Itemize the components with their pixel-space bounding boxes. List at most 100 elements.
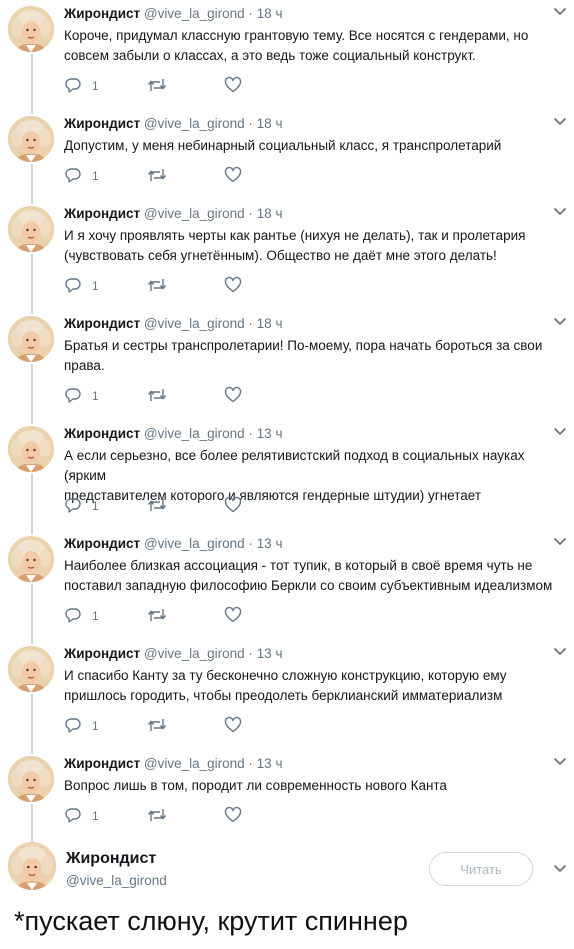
profile-name[interactable]: Жирондист [66, 850, 156, 868]
tweet[interactable]: Жирондист @vive_la_girond · 13 ч А если с… [0, 420, 574, 534]
tweet-text-line: И спасибо Канту за ту бесконечно сложную… [64, 668, 507, 683]
reply-count: 1 [92, 389, 99, 403]
timestamp[interactable]: 13 ч [257, 536, 283, 551]
avatar[interactable] [8, 116, 54, 162]
author-handle[interactable]: @vive_la_girond [144, 756, 245, 771]
avatar[interactable] [8, 206, 54, 252]
chevron-down-icon[interactable] [553, 7, 567, 17]
tweet[interactable]: Жирондист @vive_la_girond · 18 ч Короче, … [0, 0, 574, 114]
chevron-down-icon[interactable] [553, 647, 567, 657]
author-handle[interactable]: @vive_la_girond [144, 206, 245, 221]
chevron-down-icon[interactable] [553, 317, 567, 327]
author-name[interactable]: Жирондист [64, 646, 140, 661]
like-button[interactable] [224, 166, 242, 184]
tweet-text-line: Наиболее близкая ассоциация - тот тупик,… [64, 558, 533, 573]
like-button[interactable] [224, 76, 242, 94]
profile-handle[interactable]: @vive_la_girond [66, 873, 167, 888]
tweet[interactable]: Жирондист @vive_la_girond · 13 ч Наиболее… [0, 530, 574, 644]
avatar[interactable] [8, 536, 54, 582]
heart-icon [224, 386, 242, 404]
thread-connector [31, 694, 33, 754]
tweet-text-line: И я хочу проявлять черты как рантье (них… [64, 228, 526, 243]
author-name[interactable]: Жирондист [64, 6, 140, 21]
heart-icon [224, 606, 242, 624]
thread-connector [31, 164, 33, 204]
timestamp[interactable]: 18 ч [257, 6, 283, 21]
author-name[interactable]: Жирондист [64, 316, 140, 331]
avatar[interactable] [8, 6, 54, 52]
tweet-header: Жирондист @vive_la_girond · 18 ч [64, 116, 282, 131]
author-handle[interactable]: @vive_la_girond [144, 646, 245, 661]
reply-button[interactable]: 1 [64, 276, 99, 294]
retweet-button[interactable] [146, 806, 168, 824]
author-handle[interactable]: @vive_la_girond [144, 426, 245, 441]
tweet[interactable]: Жирондист @vive_la_girond · 13 ч Вопрос л… [0, 750, 574, 844]
author-name[interactable]: Жирондист [64, 756, 140, 771]
author-handle[interactable]: @vive_la_girond [144, 316, 245, 331]
like-button[interactable] [224, 606, 242, 624]
author-name[interactable]: Жирондист [64, 536, 140, 551]
retweet-button[interactable] [146, 496, 168, 514]
timestamp[interactable]: 13 ч [257, 756, 283, 771]
retweet-button[interactable] [146, 166, 168, 184]
reply-button[interactable]: 1 [64, 606, 99, 624]
retweet-button[interactable] [146, 76, 168, 94]
chevron-down-icon[interactable] [553, 117, 567, 127]
author-name[interactable]: Жирондист [64, 116, 140, 131]
avatar[interactable] [8, 316, 54, 362]
author-handle[interactable]: @vive_la_girond [144, 536, 245, 551]
author-handle[interactable]: @vive_la_girond [144, 116, 245, 131]
retweet-button[interactable] [146, 386, 168, 404]
separator: · [244, 536, 257, 551]
follow-button[interactable]: Читать [429, 852, 533, 886]
tweet[interactable]: Жирондист @vive_la_girond · 13 ч И спасиб… [0, 640, 574, 754]
chevron-down-icon[interactable] [553, 864, 567, 874]
chevron-down-icon[interactable] [553, 207, 567, 217]
timestamp[interactable]: 18 ч [257, 116, 283, 131]
avatar[interactable] [8, 646, 54, 692]
author-name[interactable]: Жирондист [64, 426, 140, 441]
timestamp[interactable]: 18 ч [257, 316, 283, 331]
tweet[interactable]: Жирондист @vive_la_girond · 18 ч Допустим… [0, 110, 574, 204]
author-name[interactable]: Жирондист [64, 206, 140, 221]
timestamp[interactable]: 18 ч [257, 206, 283, 221]
tweet[interactable]: Жирондист @vive_la_girond · 18 ч Братья и… [0, 310, 574, 424]
chevron-down-icon[interactable] [553, 427, 567, 437]
reply-button[interactable]: 1 [64, 806, 99, 824]
retweet-button[interactable] [146, 276, 168, 294]
chevron-down-icon[interactable] [553, 757, 567, 767]
reply-icon [64, 166, 82, 184]
reply-button[interactable]: 1 [64, 496, 99, 514]
tweet-text: Короче, придумал классную грантовую тему… [64, 26, 560, 66]
reply-count: 1 [92, 609, 99, 623]
chevron-down-icon[interactable] [553, 537, 567, 547]
reply-button[interactable]: 1 [64, 716, 99, 734]
avatar[interactable] [8, 756, 54, 802]
like-button[interactable] [224, 386, 242, 404]
reply-button[interactable]: 1 [64, 76, 99, 94]
tweet-actions: 1 [64, 166, 264, 184]
heart-icon [224, 166, 242, 184]
reply-count: 1 [92, 719, 99, 733]
separator: · [244, 426, 257, 441]
thread-connector [31, 254, 33, 314]
like-button[interactable] [224, 806, 242, 824]
reply-count: 1 [92, 809, 99, 823]
tweet-text: Наиболее близкая ассоциация - тот тупик,… [64, 556, 560, 596]
tweet-header: Жирондист @vive_la_girond · 13 ч [64, 756, 282, 771]
like-button[interactable] [224, 496, 242, 514]
reply-button[interactable]: 1 [64, 386, 99, 404]
avatar[interactable] [8, 426, 54, 472]
author-handle[interactable]: @vive_la_girond [144, 6, 245, 21]
profile-avatar[interactable] [8, 842, 56, 890]
retweet-button[interactable] [146, 606, 168, 624]
tweet-actions: 1 [64, 386, 264, 404]
like-button[interactable] [224, 716, 242, 734]
timestamp[interactable]: 13 ч [257, 426, 283, 441]
reply-button[interactable]: 1 [64, 166, 99, 184]
timestamp[interactable]: 13 ч [257, 646, 283, 661]
retweet-button[interactable] [146, 716, 168, 734]
like-button[interactable] [224, 276, 242, 294]
tweet-header: Жирондист @vive_la_girond · 13 ч [64, 536, 282, 551]
tweet[interactable]: Жирондист @vive_la_girond · 18 ч И я хочу… [0, 200, 574, 314]
